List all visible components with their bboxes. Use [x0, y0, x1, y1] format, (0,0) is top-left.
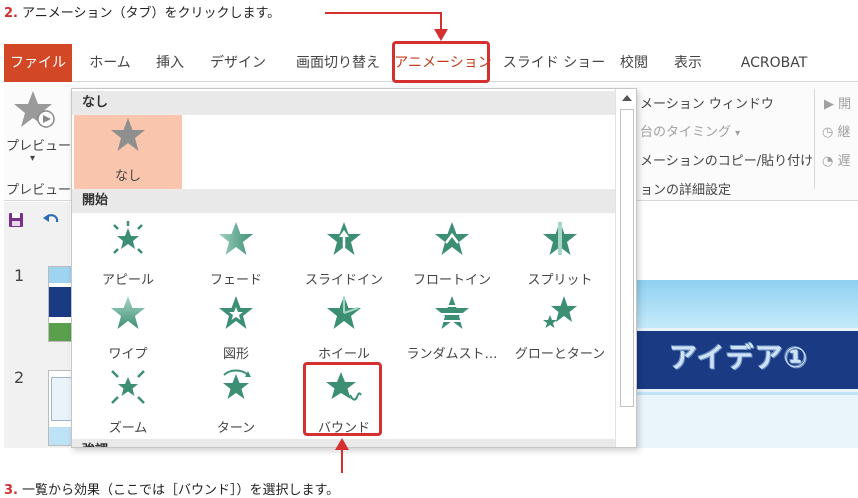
effect-none-label: なし — [114, 169, 141, 184]
arrow-head-1 — [434, 29, 448, 41]
tab-slideshow[interactable]: スライド ショー — [502, 44, 606, 82]
slide-lower-area — [637, 395, 858, 448]
step-number-1: 2. — [4, 6, 18, 21]
effect-appear-label: アピール — [101, 273, 154, 288]
effect-wheel[interactable]: ホイール — [290, 293, 398, 367]
gallery-scrollbar[interactable] — [615, 89, 636, 447]
tab-file[interactable]: ファイル — [4, 44, 72, 82]
step-number-2: 3. — [4, 483, 18, 498]
appear-star-icon — [113, 221, 143, 254]
bounce-highlight — [303, 362, 382, 436]
undo-icon[interactable] — [42, 212, 60, 228]
arrow-shaft-2 — [341, 449, 343, 473]
preview-button[interactable]: プレビュー — [6, 135, 71, 154]
step-caption-1: 2. アニメーション（タブ）をクリックします。 — [4, 2, 280, 21]
slide-number-1: 1 — [14, 266, 25, 285]
ribbon-divider — [814, 89, 815, 189]
effect-zoom-label: ズーム — [108, 421, 148, 436]
effect-swivel-label: ターン — [216, 421, 256, 436]
delay-option-label: 遅 — [837, 154, 851, 169]
effect-shape[interactable]: 図形 — [182, 293, 290, 367]
effect-split[interactable]: スプリット — [506, 219, 614, 293]
slide-title[interactable]: アイデア① — [669, 336, 808, 376]
step-caption-2: 3. 一覧から効果（ここでは［バウンド］）を選択します。 — [4, 479, 339, 498]
animations-tab-highlight — [392, 41, 490, 83]
step-text-2: 一覧から効果（ここでは［バウンド］）を選択します。 — [21, 483, 340, 498]
effect-grow-turn[interactable]: グローとターン — [506, 293, 614, 367]
effect-zoom[interactable]: ズーム — [74, 367, 182, 441]
swivel-star-icon — [223, 369, 251, 399]
play-icon: ▶ — [824, 97, 834, 112]
fade-star-icon — [219, 222, 253, 255]
effect-random-bars-label: ランダムスト… — [406, 347, 498, 362]
float-in-star-icon — [435, 222, 469, 255]
scroll-thumb[interactable] — [620, 109, 634, 407]
effect-none[interactable]: なし — [74, 115, 182, 189]
effect-fade-label: フェード — [209, 273, 262, 288]
arrow-line-1 — [325, 12, 442, 14]
wipe-star-icon — [111, 296, 145, 329]
thumb-2-content — [51, 377, 73, 421]
duration-option-label: 継 — [837, 125, 851, 140]
animation-painter-button[interactable]: メーションのコピー/貼り付け — [640, 150, 813, 169]
slide-sky — [637, 280, 858, 330]
effect-float-in-label: フロートイン — [412, 273, 491, 288]
tab-acrobat[interactable]: ACROBAT — [724, 44, 824, 82]
duration-option[interactable]: ◷ 継 — [822, 121, 851, 140]
zoom-star-icon — [111, 370, 145, 404]
clock-icon: ◷ — [822, 125, 834, 140]
preview-group-label: プレビュー — [6, 183, 72, 198]
save-icon[interactable] — [8, 212, 24, 228]
effect-random-bars[interactable]: ランダムスト… — [398, 293, 506, 367]
effect-grow-turn-label: グローとターン — [514, 347, 606, 362]
effect-fly-in-label: スライドイン — [304, 273, 383, 288]
shape-star-icon — [219, 296, 253, 329]
animation-pane-button[interactable]: メーション ウィンドウ — [640, 93, 774, 112]
preview-star-icon — [14, 91, 55, 128]
tab-insert[interactable]: 挿入 — [148, 44, 192, 82]
tab-transitions[interactable]: 画面切り替え — [284, 44, 392, 82]
arrow-shaft-1 — [440, 12, 442, 30]
preview-dropdown-icon[interactable]: ▾ — [30, 153, 35, 164]
split-star-icon — [543, 222, 577, 255]
effect-fly-in[interactable]: スライドイン — [290, 219, 398, 293]
section-start-header: 開始 — [72, 189, 615, 213]
effect-fade[interactable]: フェード — [182, 219, 290, 293]
effect-split-label: スプリット — [527, 273, 593, 288]
slide-number-2: 2 — [14, 368, 25, 387]
advanced-settings-label: ョンの詳細設定 — [640, 183, 732, 198]
trigger-dropdown-icon: ▾ — [735, 128, 741, 139]
effect-shape-label: 図形 — [222, 347, 249, 362]
grow-turn-star-icon — [543, 296, 577, 328]
effect-swivel[interactable]: ターン — [182, 367, 290, 441]
effect-wipe[interactable]: ワイプ — [74, 293, 182, 367]
wheel-star-icon — [327, 296, 361, 329]
effect-appear[interactable]: アピール — [74, 219, 182, 293]
random-bars-star-icon — [434, 296, 470, 329]
tab-review[interactable]: 校閲 — [612, 44, 656, 82]
effect-wipe-label: ワイプ — [108, 347, 148, 362]
screenshot-root: 2. アニメーション（タブ）をクリックします。 ファイル ホーム 挿入 デザイン … — [0, 0, 858, 498]
fly-in-star-icon — [327, 222, 361, 255]
section-none-header: なし — [72, 91, 615, 115]
scroll-up-icon[interactable] — [622, 95, 632, 101]
effect-wheel-label: ホイール — [317, 347, 370, 362]
tab-view[interactable]: 表示 — [666, 44, 710, 82]
slide-panel: 1 2 — [4, 202, 74, 448]
delay-option[interactable]: ◔ 遅 — [822, 150, 851, 169]
slide-canvas[interactable]: アイデア① — [637, 280, 858, 448]
tab-design[interactable]: デザイン — [200, 44, 276, 82]
none-star-icon — [111, 118, 145, 151]
delay-clock-icon: ◔ — [822, 154, 834, 169]
trigger-label: 台のタイミング — [640, 125, 732, 140]
trigger-button[interactable]: 台のタイミング ▾ — [640, 121, 740, 140]
tab-home[interactable]: ホーム — [82, 44, 138, 82]
step-text-1: アニメーション（タブ）をクリックします。 — [21, 6, 281, 21]
effect-float-in[interactable]: フロートイン — [398, 219, 506, 293]
start-option-label: 開 — [838, 97, 852, 112]
start-option[interactable]: ▶ 開 — [824, 93, 851, 112]
